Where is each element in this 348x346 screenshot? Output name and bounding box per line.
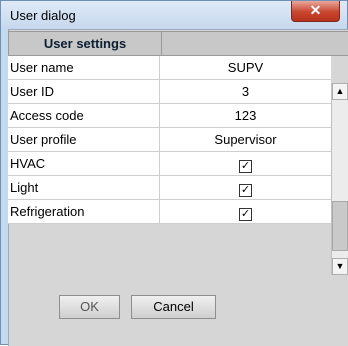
grid-row-user-name[interactable]: User name SUPV [8, 56, 331, 80]
scroll-down-button[interactable]: ▼ [332, 258, 348, 275]
user-profile-value[interactable]: Supervisor [160, 128, 331, 151]
scroll-up-button[interactable]: ▲ [332, 83, 348, 100]
close-button[interactable]: ✕ [291, 1, 340, 22]
check-icon: ✓ [240, 160, 251, 172]
row-label: User name [8, 56, 160, 79]
arrow-down-icon: ▼ [335, 261, 345, 271]
check-icon: ✓ [240, 184, 251, 196]
scroll-thumb[interactable] [332, 201, 348, 251]
grid-row-user-id[interactable]: User ID 3 [8, 80, 331, 104]
row-label: Refrigeration [8, 200, 160, 223]
grid-row-refrigeration[interactable]: Refrigeration ✓ [8, 200, 331, 224]
close-icon: ✕ [309, 2, 322, 18]
grid-header-fill [162, 31, 348, 56]
cancel-button[interactable]: Cancel [131, 295, 216, 319]
window-title: User dialog [10, 8, 76, 23]
grid-header: User settings [8, 31, 162, 56]
refrigeration-checkbox[interactable]: ✓ [239, 208, 252, 221]
row-label: Light [8, 176, 160, 199]
row-label: User profile [8, 128, 160, 151]
grid-row-access-code[interactable]: Access code 123 [8, 104, 331, 128]
check-icon: ✓ [240, 208, 251, 220]
ok-button[interactable]: OK [59, 295, 120, 319]
row-label: Access code [8, 104, 160, 127]
grid-row-light[interactable]: Light ✓ [8, 176, 331, 200]
hvac-checkbox[interactable]: ✓ [239, 160, 252, 173]
light-checkbox[interactable]: ✓ [239, 184, 252, 197]
access-code-value[interactable]: 123 [160, 104, 331, 127]
grid-row-hvac[interactable]: HVAC ✓ [8, 152, 331, 176]
title-bar[interactable]: User dialog ✕ [1, 1, 347, 29]
grid-row-user-profile[interactable]: User profile Supervisor [8, 128, 331, 152]
row-label: User ID [8, 80, 160, 103]
user-id-value[interactable]: 3 [160, 80, 331, 103]
arrow-up-icon: ▲ [335, 86, 345, 96]
user-name-value[interactable]: SUPV [160, 56, 331, 79]
row-label: HVAC [8, 152, 160, 175]
grid-scrollbar[interactable]: ▲ ▼ [331, 83, 348, 275]
